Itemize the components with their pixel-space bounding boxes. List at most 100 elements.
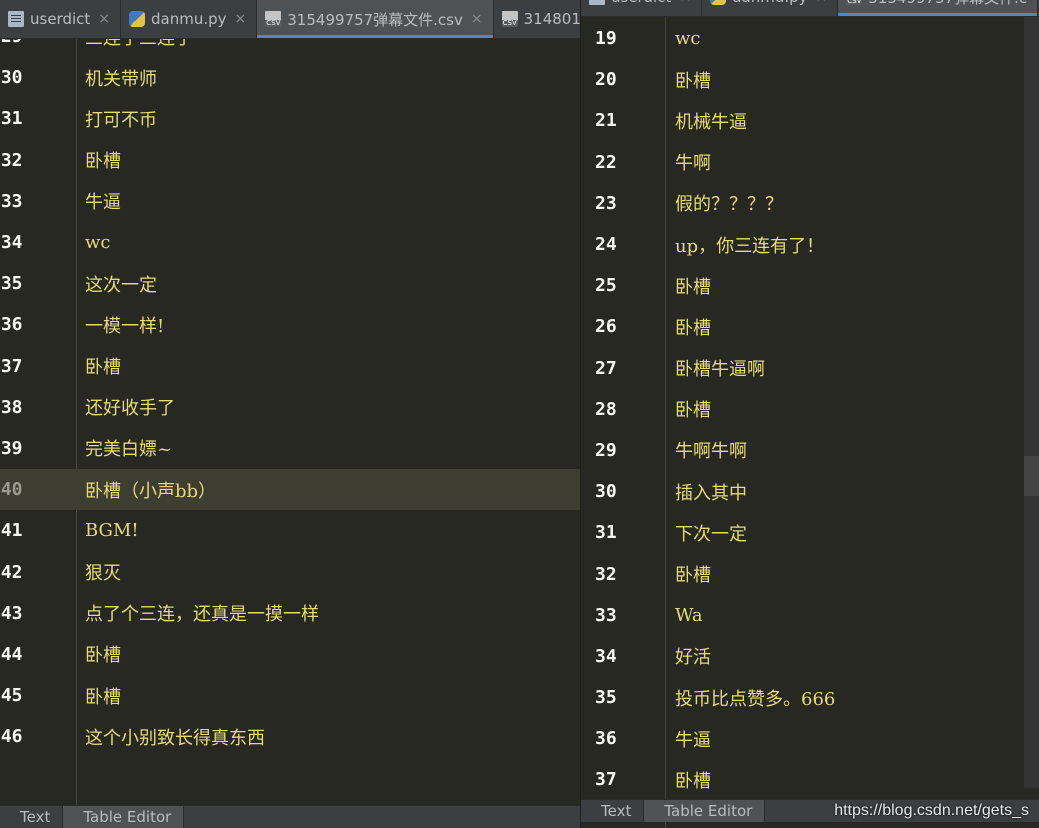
line-text: 卧槽 [675, 70, 711, 92]
scrollbar-thumb[interactable] [1024, 456, 1039, 496]
editor-line[interactable]: 446 这个小别致长得真东西 [0, 716, 580, 757]
line-text: 卧槽 [85, 645, 121, 667]
right-editor-lines[interactable]: 19 wc 20 卧槽 21 机械牛逼 22 牛啊 23 假的？？？？ 24 up，你三连有了！ 25 卧… [581, 18, 1039, 801]
editor-line[interactable]: 432 卧槽 [0, 140, 580, 181]
line-number: 442 [0, 561, 23, 583]
line-text: 插入其中 [675, 482, 747, 504]
close-icon[interactable]: × [98, 11, 110, 27]
line-number: 445 [0, 685, 23, 707]
editor-line[interactable]: 21 机械牛逼 [581, 100, 1039, 141]
tab-table-editor[interactable]: Table Editor [63, 806, 185, 828]
editor-line[interactable]: 431 打可不币 [0, 98, 580, 139]
line-number: 438 [0, 396, 23, 418]
editor-line[interactable]: 434 wc [0, 222, 580, 263]
editor-line[interactable]: 445 卧槽 [0, 675, 580, 716]
editor-line[interactable]: 443 点了个三连，还真是一摸一样 [0, 593, 580, 634]
editor-line[interactable]: 437 卧槽 [0, 346, 580, 387]
line-text: 机械牛逼 [675, 111, 747, 133]
close-icon[interactable]: × [471, 11, 483, 27]
vertical-scrollbar[interactable] [1024, 16, 1039, 788]
line-text: 卧槽 [85, 357, 121, 379]
editor-tab[interactable]: 315499757弹幕文件.csv × [257, 0, 494, 38]
line-number: 436 [0, 314, 23, 336]
tab-label: danmu.py [732, 0, 808, 6]
line-number: 25 [595, 275, 617, 297]
left-tab-bar: userdict × danmu.py × 315499757弹幕文件.csv × 3148… [0, 0, 580, 39]
editor-line[interactable]: 442 狠灭 [0, 551, 580, 592]
line-text: 一模一样! [85, 315, 165, 337]
line-text: 还好收手了 [85, 398, 175, 420]
left-editor-lines[interactable]: 429三连了三连了430机关带师431打可不币432卧槽433牛逼434wc43… [0, 16, 580, 757]
line-text: 卧槽（小声bb） [85, 480, 217, 502]
close-icon[interactable]: × [816, 0, 828, 5]
right-tab-bar: userdict × danmu.py × 315499757弹幕文件.c [581, 0, 1039, 17]
line-number: 430 [0, 67, 23, 89]
editor-line[interactable]: 25 卧槽 [581, 265, 1039, 306]
editor-line[interactable]: 32 卧槽 [581, 553, 1039, 594]
python-icon [129, 11, 146, 27]
tab-table-editor[interactable]: Table Editor [644, 800, 766, 822]
editor-line[interactable]: 33 Wa [581, 595, 1039, 636]
tab-text[interactable]: Text [581, 800, 645, 822]
tab-label: userdict [30, 10, 91, 28]
editor-line[interactable]: 444 卧槽 [0, 634, 580, 675]
editor-tab[interactable]: danmu.py × [121, 0, 258, 38]
editor-line[interactable]: 433 牛逼 [0, 181, 580, 222]
line-number: 19 [595, 28, 617, 50]
editor-line[interactable]: 30 插入其中 [581, 471, 1039, 512]
python-icon [710, 0, 727, 5]
editor-line[interactable]: 441 BGM! [0, 510, 580, 551]
watermark: https://blog.csdn.net/gets_s [834, 802, 1029, 819]
editor-line[interactable]: 26 卧槽 [581, 306, 1039, 347]
editor-line[interactable]: 22 牛啊 [581, 142, 1039, 183]
line-text: 卧槽 [675, 317, 711, 339]
editor-line[interactable]: 28 卧槽 [581, 389, 1039, 430]
editor-line[interactable]: 34 好活 [581, 636, 1039, 677]
line-text: 卧槽牛逼啊 [675, 359, 765, 381]
editor-tab[interactable]: danmu.py × [702, 0, 839, 16]
line-number: 24 [595, 234, 617, 256]
line-text: 这个小别致长得真东西 [85, 727, 265, 749]
editor-line[interactable]: 438 还好收手了 [0, 387, 580, 428]
line-number: 21 [595, 110, 617, 132]
editor-line[interactable]: 37 卧槽 [581, 759, 1039, 800]
line-text: 好活 [675, 647, 711, 669]
close-icon[interactable]: × [235, 11, 247, 27]
tab-text[interactable]: Text [0, 806, 64, 828]
file-icon [8, 11, 24, 27]
editor-line[interactable]: 440 卧槽（小声bb） [0, 469, 580, 511]
line-text: 假的？？？？ [675, 194, 783, 216]
editor-line[interactable]: 35 投币比点赞多。666 [581, 677, 1039, 718]
line-number: 434 [0, 232, 23, 254]
line-text: 狠灭 [85, 563, 121, 585]
editor-line[interactable]: 430 机关带师 [0, 57, 580, 98]
line-number: 28 [595, 398, 617, 420]
line-text: 牛逼 [85, 192, 121, 214]
editor-line[interactable]: 29 牛啊牛啊 [581, 430, 1039, 471]
close-icon[interactable]: × [679, 0, 691, 5]
editor-line[interactable]: 19 wc [581, 18, 1039, 59]
editor-line[interactable]: 23 假的？？？？ [581, 183, 1039, 224]
editor-line[interactable]: 436 一模一样! [0, 304, 580, 345]
editor-tab[interactable]: userdict × [0, 0, 122, 38]
editor-line[interactable]: 435 这次一定 [0, 263, 580, 304]
editor-line[interactable]: 31 下次一定 [581, 512, 1039, 553]
editor-tab[interactable]: 315499757弹幕文件.c [838, 0, 1039, 16]
file-icon [589, 0, 605, 5]
editor-tab[interactable]: 31480178 [494, 0, 580, 38]
line-text: 下次一定 [675, 523, 747, 545]
editor-line[interactable]: 20 卧槽 [581, 59, 1039, 100]
tab-label: userdict [611, 0, 671, 6]
line-number: 32 [595, 563, 617, 585]
left-editor-pane: 429三连了三连了430机关带师431打可不币432卧槽433牛逼434wc43… [0, 0, 580, 828]
line-text: 卧槽 [675, 565, 711, 587]
line-text: 卧槽 [675, 276, 711, 298]
editor-tab[interactable]: userdict × [581, 0, 703, 16]
line-text: 卧槽 [85, 686, 121, 708]
editor-line[interactable]: 36 牛逼 [581, 718, 1039, 759]
editor-line[interactable]: 24 up，你三连有了！ [581, 224, 1039, 265]
tab-label: 315499757弹幕文件.c [868, 0, 1027, 8]
editor-line[interactable]: 27 卧槽牛逼啊 [581, 348, 1039, 389]
line-number: 444 [0, 643, 23, 665]
editor-line[interactable]: 439 完美白嫖~ [0, 428, 580, 469]
